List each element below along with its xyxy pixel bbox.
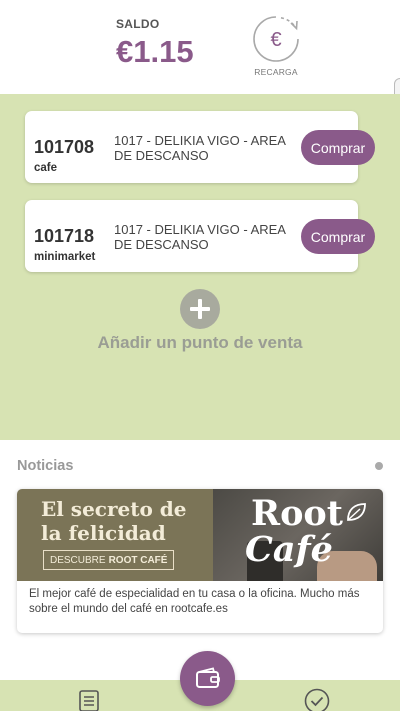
point-of-sale-code: 101718 [34, 226, 95, 246]
banner-cta[interactable]: DESCUBRE ROOT CAFÉ [43, 550, 175, 570]
news-title: Noticias [17, 458, 74, 474]
banner-cta-brand: ROOT CAFÉ [108, 554, 168, 566]
balance-label: SALDO [116, 17, 160, 31]
point-of-sale-name: 1017 - DELIKIA VIGO - AREA DE DESCANSO [114, 133, 286, 163]
recharge-button[interactable]: € RECARGA [250, 12, 304, 82]
banner-headline: la felicidad [41, 521, 166, 545]
point-of-sale-card[interactable]: 101708 cafe 1017 - DELIKIA VIGO - AREA D… [25, 111, 375, 183]
point-of-sale-type: cafe [34, 162, 58, 174]
balance-amount: €1.15 [116, 34, 194, 69]
buy-button[interactable]: Comprar [301, 130, 375, 165]
point-of-sale-card[interactable]: 101718 minimarket 1017 - DELIKIA VIGO - … [25, 200, 375, 272]
plus-icon[interactable] [180, 289, 220, 329]
balance-header: SALDO €1.15 € RECARGA [0, 0, 400, 94]
news-banner: El secreto de la felicidad DESCUBRE ROOT… [17, 489, 383, 581]
point-of-sale-type: minimarket [34, 251, 96, 263]
document-list-icon[interactable] [77, 688, 101, 711]
leaf-icon [347, 503, 366, 521]
brand-logo-text: Café [245, 529, 333, 570]
wallet-button[interactable] [180, 651, 235, 706]
points-of-sale-section: 101708 cafe 1017 - DELIKIA VIGO - AREA D… [0, 94, 400, 440]
svg-text:€: € [270, 29, 281, 51]
banner-headline: El secreto de [41, 497, 187, 521]
news-description: El mejor café de especialidad en tu casa… [29, 588, 360, 615]
buy-button[interactable]: Comprar [301, 219, 375, 254]
recharge-label: RECARGA [254, 67, 298, 77]
news-card[interactable]: El secreto de la felicidad DESCUBRE ROOT… [17, 489, 383, 633]
check-circle-icon[interactable] [304, 688, 330, 711]
euro-refresh-icon: € [253, 16, 299, 62]
point-of-sale-name: 1017 - DELIKIA VIGO - AREA DE DESCANSO [114, 222, 286, 252]
add-point-of-sale-label[interactable]: Añadir un punto de venta [0, 333, 400, 353]
banner-cta-prefix: DESCUBRE [50, 554, 106, 566]
wallet-icon [196, 667, 220, 688]
brand-logo-text: Root [251, 493, 343, 534]
point-of-sale-code: 101708 [34, 137, 95, 157]
news-indicator-dot [375, 462, 383, 470]
